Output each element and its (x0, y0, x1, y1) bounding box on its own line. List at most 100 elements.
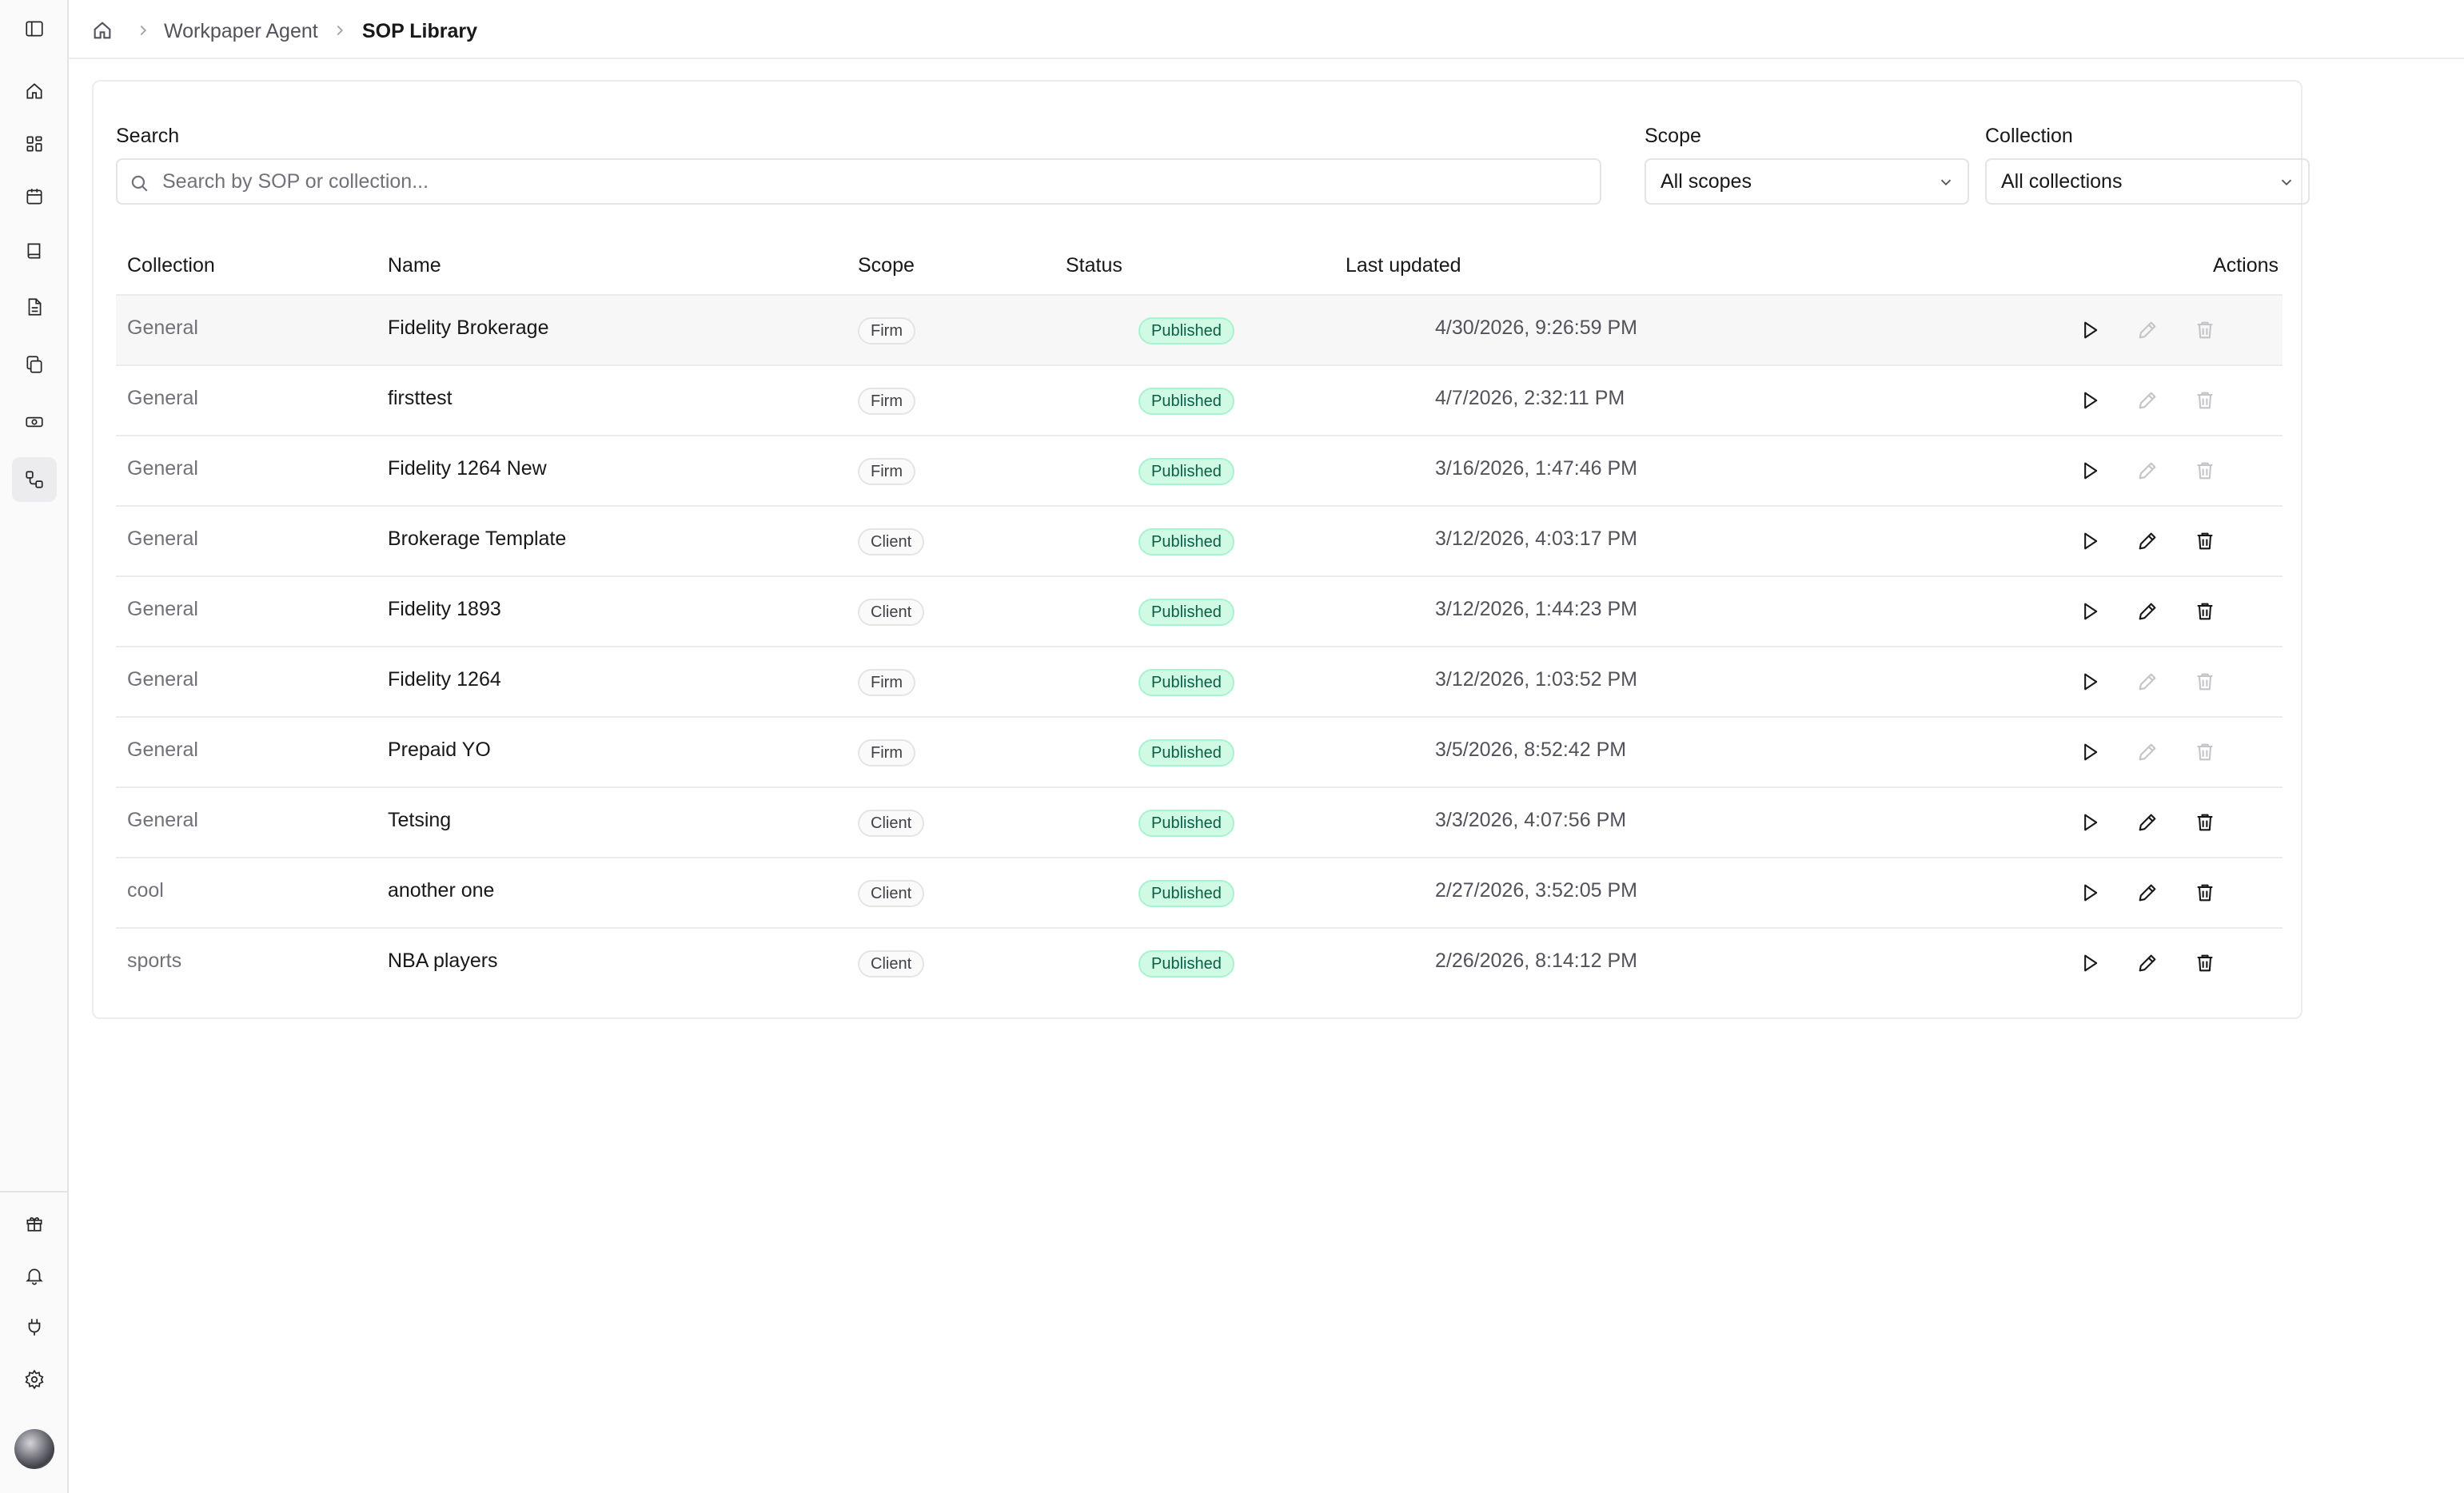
delete-button[interactable] (2191, 950, 2219, 977)
edit-button[interactable] (2134, 879, 2161, 906)
table-row[interactable]: General Fidelity Brokerage Firm Published 4/… (116, 294, 2283, 364)
row-name[interactable]: Tetsing (388, 809, 451, 832)
table-row[interactable]: General Fidelity 1264 Firm Published 3/12/20… (116, 646, 2283, 716)
scope-select[interactable]: All scopes (1645, 158, 1969, 205)
scope-badge: Firm (858, 317, 915, 344)
delete-button[interactable] (2191, 879, 2219, 906)
row-name[interactable]: Fidelity 1264 (388, 668, 501, 691)
row-last-updated: 3/12/2026, 1:44:23 PM (1435, 598, 1637, 620)
delete-button[interactable] (2191, 317, 2219, 344)
delete-button[interactable] (2191, 739, 2219, 766)
run-button[interactable] (2076, 598, 2103, 625)
table-row[interactable]: cool another one Client Published 2/27/2026,… (116, 857, 2283, 927)
money-icon[interactable] (12, 400, 57, 444)
chevron-right-icon (134, 22, 152, 39)
collection-label: Collection (1985, 125, 2073, 147)
status-badge: Published (1138, 669, 1234, 696)
delete-button[interactable] (2191, 457, 2219, 484)
scope-select-value: All scopes (1661, 170, 1752, 193)
edit-button[interactable] (2134, 457, 2161, 484)
trash-icon (2194, 389, 2216, 412)
row-name[interactable]: Fidelity 1264 New (388, 457, 547, 480)
play-icon (2079, 671, 2101, 693)
gift-icon[interactable] (12, 1200, 57, 1245)
run-button[interactable] (2076, 317, 2103, 344)
calendar-icon[interactable] (12, 174, 57, 219)
run-button[interactable] (2076, 528, 2103, 555)
row-name[interactable]: another one (388, 879, 494, 902)
plug-icon[interactable] (12, 1304, 57, 1349)
document-icon[interactable] (12, 285, 57, 329)
table-row[interactable]: General Brokerage Template Client Published… (116, 505, 2283, 575)
row-name[interactable]: Prepaid YO (388, 739, 491, 762)
edit-button[interactable] (2134, 950, 2161, 977)
column-header-name[interactable]: Name (388, 254, 441, 277)
delete-button[interactable] (2191, 598, 2219, 625)
scope-badge: Client (858, 528, 925, 555)
row-name[interactable]: Fidelity Brokerage (388, 317, 548, 340)
collection-select[interactable]: All collections (1985, 158, 2310, 205)
table-row[interactable]: General Tetsing Client Published 3/3/2026, 4… (116, 786, 2283, 857)
delete-button[interactable] (2191, 387, 2219, 414)
search-field[interactable] (116, 158, 1601, 205)
scope-badge: Firm (858, 739, 915, 766)
play-icon (2079, 530, 2101, 552)
status-badge: Published (1138, 950, 1234, 977)
row-collection: General (127, 598, 198, 620)
column-header-status[interactable]: Status (1066, 254, 1122, 277)
status-badge: Published (1138, 458, 1234, 485)
run-button[interactable] (2076, 387, 2103, 414)
run-button[interactable] (2076, 879, 2103, 906)
delete-button[interactable] (2191, 528, 2219, 555)
edit-button[interactable] (2134, 668, 2161, 695)
book-icon[interactable] (12, 229, 57, 273)
run-button[interactable] (2076, 668, 2103, 695)
column-header-scope[interactable]: Scope (858, 254, 915, 277)
row-collection: sports (127, 950, 182, 972)
play-icon (2079, 882, 2101, 904)
grid-icon[interactable] (12, 121, 57, 166)
row-last-updated: 3/12/2026, 4:03:17 PM (1435, 528, 1637, 550)
bell-icon[interactable] (12, 1253, 57, 1298)
edit-button[interactable] (2134, 809, 2161, 836)
table-row[interactable]: General firsttest Firm Published 4/7/2026, 2… (116, 364, 2283, 435)
edit-button[interactable] (2134, 317, 2161, 344)
table-row[interactable]: sports NBA players Client Published 2/26/202… (116, 927, 2283, 997)
search-input[interactable] (162, 160, 1585, 203)
run-button[interactable] (2076, 950, 2103, 977)
row-name[interactable]: Brokerage Template (388, 528, 566, 551)
table-row[interactable]: General Prepaid YO Firm Published 3/5/2026, … (116, 716, 2283, 786)
delete-button[interactable] (2191, 809, 2219, 836)
delete-button[interactable] (2191, 668, 2219, 695)
play-icon (2079, 319, 2101, 341)
edit-button[interactable] (2134, 528, 2161, 555)
panel-toggle-icon[interactable] (12, 6, 57, 51)
edit-button[interactable] (2134, 739, 2161, 766)
table-row[interactable]: General Fidelity 1893 Client Published 3/12/… (116, 575, 2283, 646)
run-button[interactable] (2076, 739, 2103, 766)
row-name[interactable]: Fidelity 1893 (388, 598, 501, 621)
row-collection: General (127, 317, 198, 339)
workflow-icon[interactable] (12, 457, 57, 502)
copy-icon[interactable] (12, 342, 57, 387)
column-header-collection[interactable]: Collection (127, 254, 215, 277)
edit-button[interactable] (2134, 387, 2161, 414)
breadcrumb-home-icon[interactable] (91, 19, 114, 42)
row-last-updated: 4/7/2026, 2:32:11 PM (1435, 387, 1625, 409)
row-last-updated: 3/3/2026, 4:07:56 PM (1435, 809, 1627, 831)
row-collection: General (127, 457, 198, 480)
row-name[interactable]: firsttest (388, 387, 453, 410)
status-badge: Published (1138, 528, 1234, 555)
run-button[interactable] (2076, 809, 2103, 836)
status-badge: Published (1138, 739, 1234, 766)
edit-button[interactable] (2134, 598, 2161, 625)
table-row[interactable]: General Fidelity 1264 New Firm Published 3/1… (116, 435, 2283, 505)
avatar[interactable] (14, 1429, 54, 1469)
gear-icon[interactable] (12, 1357, 57, 1402)
row-collection: cool (127, 879, 164, 902)
breadcrumb-item-workpaper-agent[interactable]: Workpaper Agent (164, 18, 318, 45)
row-name[interactable]: NBA players (388, 950, 498, 973)
run-button[interactable] (2076, 457, 2103, 484)
column-header-last-updated[interactable]: Last updated (1346, 254, 1461, 277)
home-icon[interactable] (12, 69, 57, 113)
